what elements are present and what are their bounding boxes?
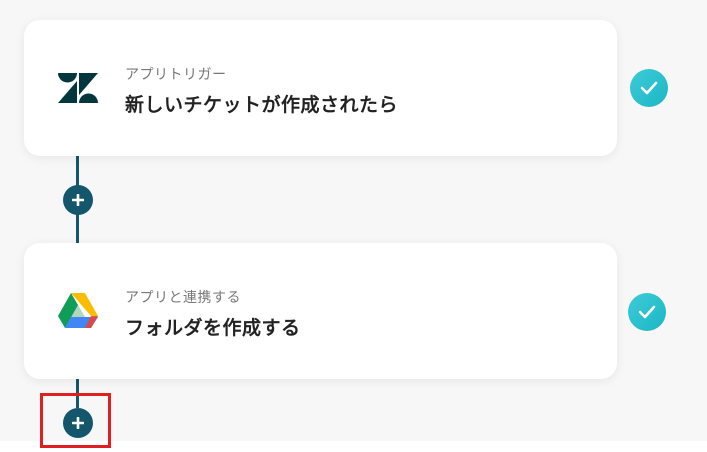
step-card-action[interactable]: アプリと連携する フォルダを作成する xyxy=(24,243,617,379)
highlight-box xyxy=(40,393,111,448)
check-icon xyxy=(628,293,666,331)
step-title: 新しいチケットが作成されたら xyxy=(125,94,399,116)
step-subtitle: アプリトリガー xyxy=(125,67,227,83)
add-step-button[interactable] xyxy=(63,185,93,215)
plus-icon xyxy=(72,194,84,206)
step-subtitle: アプリと連携する xyxy=(125,290,241,306)
check-icon xyxy=(630,69,668,107)
step-card-trigger[interactable]: アプリトリガー 新しいチケットが作成されたら xyxy=(24,20,617,156)
step-title: フォルダを作成する xyxy=(125,317,301,339)
zendesk-icon xyxy=(57,67,99,109)
flow-canvas: アプリトリガー 新しいチケットが作成されたら アプリと連携する フォルダを作成す… xyxy=(0,0,707,441)
google-drive-icon xyxy=(57,290,99,332)
